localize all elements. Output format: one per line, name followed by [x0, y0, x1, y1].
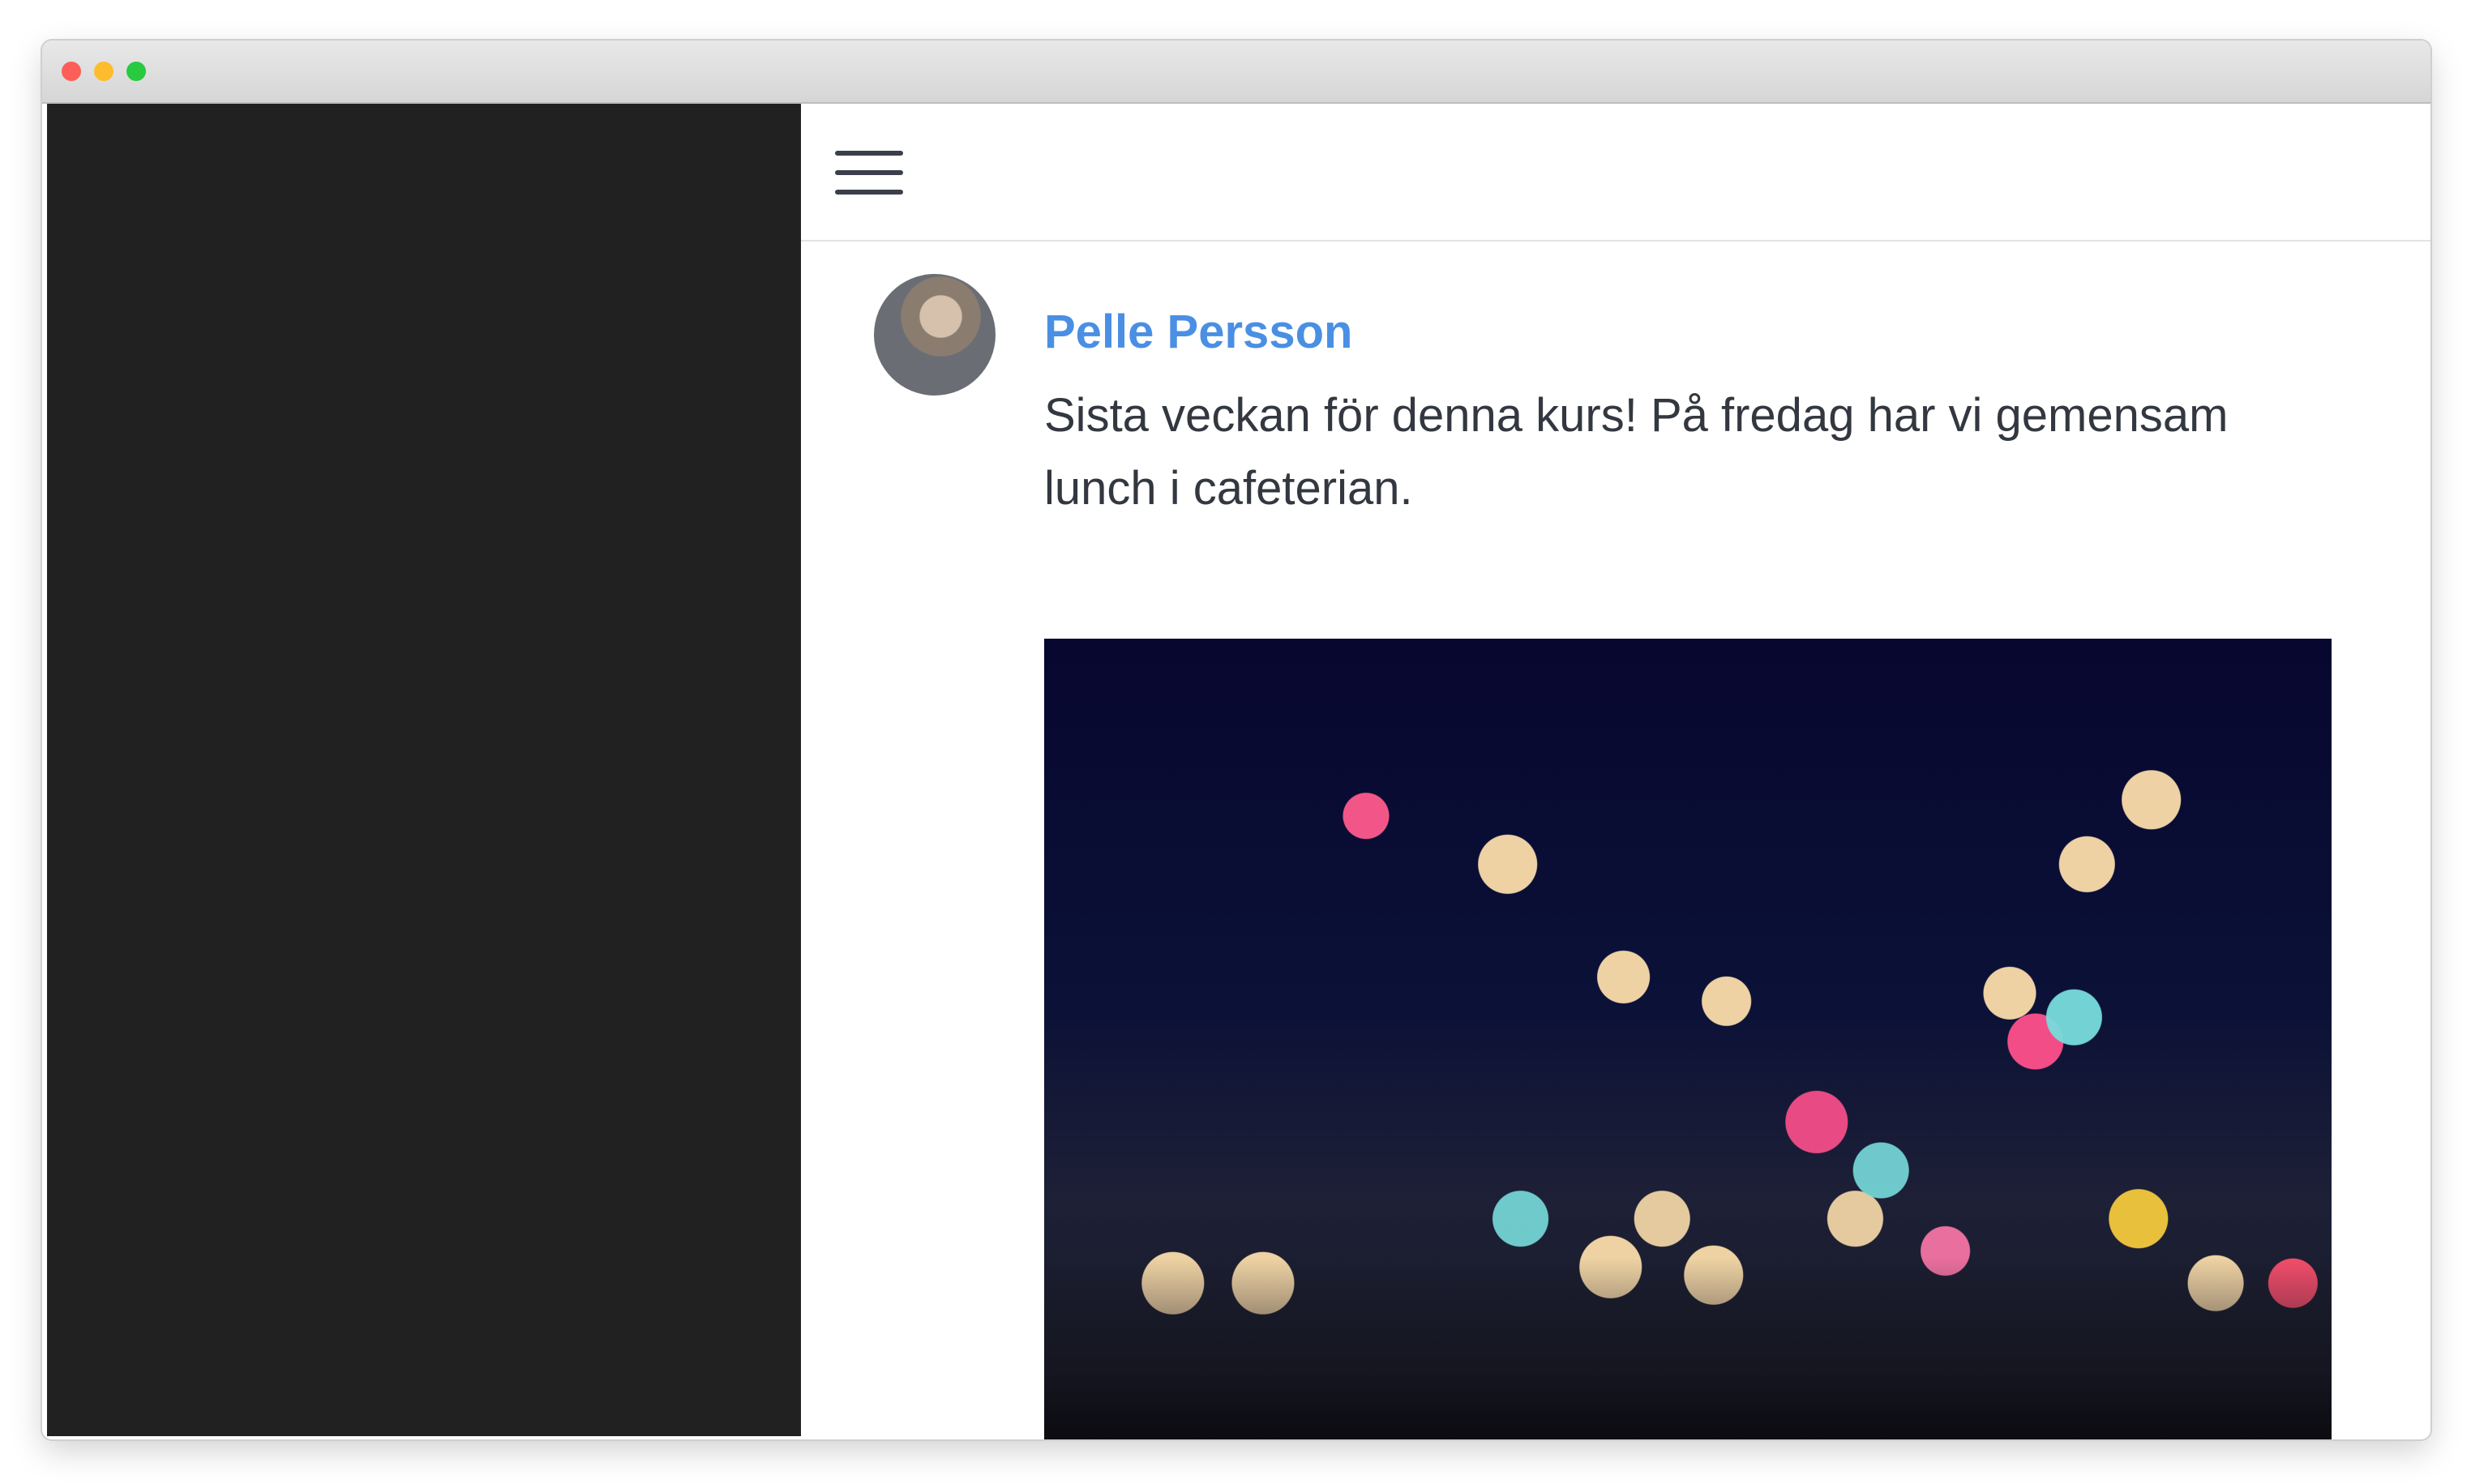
user-avatar[interactable]	[874, 274, 996, 396]
post-text: Sista veckan för denna kurs! På fredag h…	[1044, 389, 2229, 515]
minimize-window-button[interactable]	[94, 62, 113, 81]
menu-line-icon	[835, 170, 903, 175]
menu-line-icon	[835, 151, 903, 156]
sidebar-panel	[47, 104, 801, 1436]
browser-window: Pelle Persson Sista veckan för denna kur…	[42, 41, 2430, 1439]
post-author-link[interactable]: Pelle Persson	[1044, 305, 1352, 359]
window-titlebar	[42, 41, 2430, 104]
top-bar	[801, 104, 2430, 242]
close-window-button[interactable]	[62, 62, 81, 81]
menu-line-icon	[835, 190, 903, 195]
hamburger-menu-icon[interactable]	[835, 151, 905, 196]
maximize-window-button[interactable]	[126, 62, 146, 81]
post-image[interactable]	[1044, 639, 2332, 1439]
main-content: Pelle Persson Sista veckan för denna kur…	[801, 104, 2430, 1439]
